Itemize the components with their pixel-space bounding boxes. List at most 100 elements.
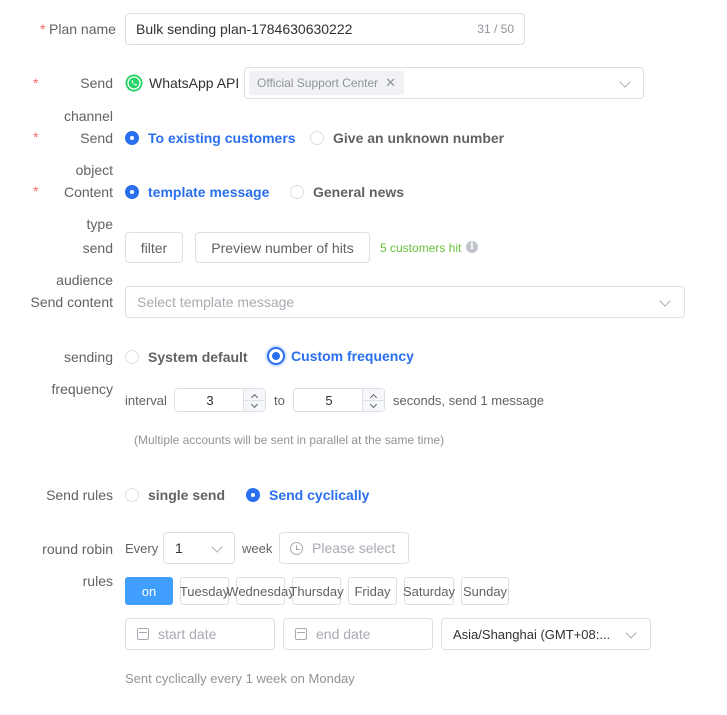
day-button-wednesday[interactable]: Wednesday — [226, 577, 295, 605]
every-count-select[interactable]: 1 — [163, 532, 235, 564]
required-mark: * — [33, 75, 39, 91]
radio-single-send[interactable]: single send — [125, 487, 225, 503]
time-placeholder: Please select — [312, 540, 396, 556]
radio-dot[interactable] — [310, 131, 324, 145]
end-date-placeholder: end date — [316, 626, 371, 642]
radio-dot[interactable] — [125, 350, 139, 364]
required-mark: * — [33, 183, 39, 199]
day-button-tuesday[interactable]: Tuesday — [180, 577, 229, 605]
chevron-down-icon — [659, 295, 671, 307]
chevron-down-icon — [369, 400, 378, 409]
radio-dot[interactable] — [125, 185, 139, 199]
bulk-send-form: * Plan name Bulk sending plan-1784630630… — [0, 0, 727, 715]
increment-button[interactable] — [363, 389, 384, 402]
radio-label: General news — [313, 184, 405, 200]
radio-existing-customers[interactable]: To existing customers — [125, 130, 296, 146]
time-picker[interactable]: Please select — [279, 532, 409, 564]
radio-dot[interactable] — [246, 488, 260, 502]
calendar-icon — [137, 628, 149, 640]
radio-dot[interactable] — [290, 185, 304, 199]
radio-label: template message — [148, 184, 270, 200]
selected-tag: Official Support Center ✕ — [249, 71, 405, 95]
channel-account-select[interactable]: Official Support Center ✕ — [244, 67, 644, 99]
day-button-sunday[interactable]: Sunday — [461, 577, 509, 605]
sending-frequency-label: sending — [63, 349, 113, 365]
calendar-icon — [295, 628, 307, 640]
send-channel-label: Send — [80, 75, 113, 91]
interval-from-stepper[interactable]: 3 — [174, 388, 266, 412]
timezone-value: Asia/Shanghai (GMT+08:... — [453, 626, 611, 642]
send-object-label-2: object — [75, 162, 113, 178]
radio-unknown-number[interactable]: Give an unknown number — [310, 130, 504, 146]
selected-tag-label: Official Support Center — [257, 76, 379, 90]
frequency-suffix: seconds, send 1 message — [393, 393, 545, 408]
week-label: week — [242, 541, 273, 556]
interval-from-value: 3 — [206, 392, 214, 408]
info-icon[interactable]: i — [466, 241, 478, 253]
stepper-controls — [362, 389, 384, 411]
radio-label: Send cyclically — [269, 487, 370, 503]
chevron-down-icon — [625, 627, 637, 639]
radio-send-cyclically[interactable]: Send cyclically — [246, 487, 369, 503]
radio-general-news[interactable]: General news — [290, 184, 404, 200]
content-type-label: Content — [63, 184, 113, 200]
chevron-down-icon — [211, 541, 223, 553]
plan-name-input[interactable]: Bulk sending plan-1784630630222 31 / 50 — [125, 13, 525, 45]
clock-icon — [290, 541, 303, 555]
every-label: Every — [125, 541, 159, 556]
send-content-label: Send content — [30, 294, 113, 310]
chevron-down-icon — [619, 76, 631, 88]
template-message-select[interactable]: Select template message — [125, 286, 685, 318]
char-counter: 31 / 50 — [477, 22, 514, 36]
radio-dot[interactable] — [125, 131, 139, 145]
radio-label: To existing customers — [148, 130, 296, 146]
whatsapp-icon — [125, 74, 143, 92]
day-button-thursday[interactable]: Thursday — [289, 577, 344, 605]
round-robin-label-2: rules — [82, 573, 113, 589]
plan-name-label: Plan name — [49, 21, 116, 37]
radio-label: System default — [148, 349, 248, 365]
timezone-select[interactable]: Asia/Shanghai (GMT+08:... — [441, 618, 651, 650]
day-button-monday[interactable]: on — [125, 577, 173, 605]
cycle-summary: Sent cyclically every 1 week on Monday — [125, 671, 355, 686]
plan-name-value: Bulk sending plan-1784630630222 — [136, 21, 353, 37]
radio-template-message[interactable]: template message — [125, 184, 269, 200]
decrement-button[interactable] — [363, 400, 384, 411]
sending-frequency-label-2: frequency — [51, 381, 113, 397]
interval-label: interval — [125, 393, 167, 408]
radio-custom-frequency[interactable]: Custom frequency — [267, 347, 414, 365]
content-type-label-2: type — [86, 216, 113, 232]
start-date-placeholder: start date — [158, 626, 217, 642]
send-rules-label: Send rules — [46, 487, 113, 503]
radio-label: Give an unknown number — [333, 130, 505, 146]
end-date-picker[interactable]: end date — [283, 618, 433, 650]
send-channel-label-2: channel — [63, 108, 113, 124]
to-label: to — [274, 393, 285, 408]
template-select-placeholder: Select template message — [137, 294, 295, 310]
increment-button[interactable] — [244, 389, 265, 402]
radio-system-default[interactable]: System default — [125, 349, 248, 365]
chevron-down-icon — [250, 400, 259, 409]
interval-to-stepper[interactable]: 5 — [293, 388, 385, 412]
required-mark: * — [33, 129, 39, 145]
tag-close-icon[interactable]: ✕ — [385, 75, 396, 91]
stepper-controls — [243, 389, 265, 411]
required-mark: * — [40, 21, 46, 37]
every-count-value: 1 — [175, 540, 183, 556]
preview-hits-button[interactable]: Preview number of hits — [195, 232, 370, 263]
send-audience-label: send — [82, 240, 113, 256]
filter-button[interactable]: filter — [125, 232, 183, 263]
send-audience-label-2: audience — [56, 272, 113, 288]
interval-to-value: 5 — [325, 392, 333, 408]
day-button-saturday[interactable]: Saturday — [403, 577, 455, 605]
day-button-friday[interactable]: Friday — [348, 577, 397, 605]
radio-dot[interactable] — [125, 488, 139, 502]
hit-count-text: 5 customers hit — [380, 241, 462, 255]
radio-label: Custom frequency — [291, 348, 414, 364]
radio-label: single send — [148, 487, 226, 503]
start-date-picker[interactable]: start date — [125, 618, 275, 650]
send-object-label: Send — [80, 130, 113, 146]
decrement-button[interactable] — [244, 400, 265, 411]
channel-name: WhatsApp API — [149, 75, 240, 91]
radio-dot[interactable] — [267, 347, 285, 365]
